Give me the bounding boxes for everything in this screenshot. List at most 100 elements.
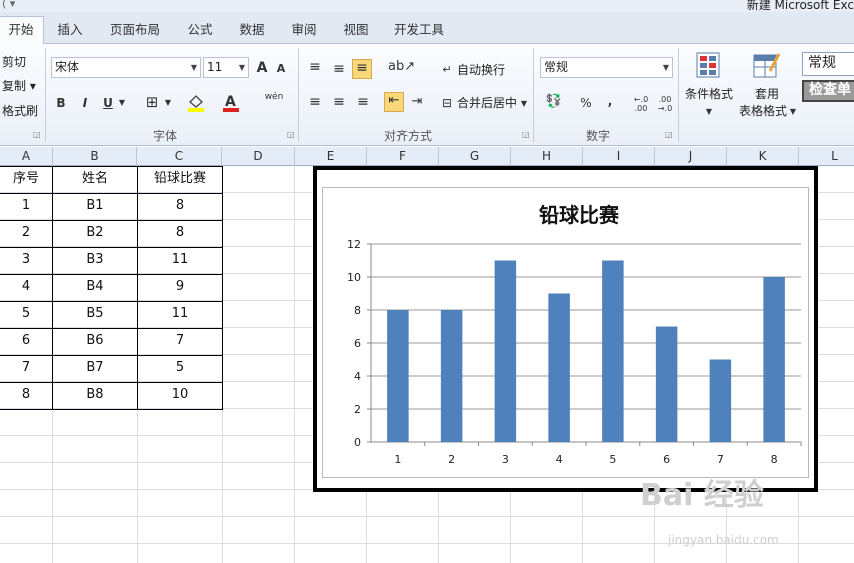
column-header-b[interactable]: B [53, 147, 137, 166]
column-header-h[interactable]: H [511, 147, 583, 166]
table-header-cell[interactable]: 序号 [0, 166, 52, 193]
table-cell[interactable]: B1 [53, 193, 137, 220]
align-middle-icon[interactable]: ≡ [330, 61, 348, 77]
chevron-down-icon[interactable]: ▼ [788, 104, 798, 120]
table-cell[interactable]: 6 [0, 328, 52, 355]
format-painter-button[interactable]: 格式刷 [2, 102, 38, 119]
clipboard-launcher-icon[interactable]: ◲ [33, 130, 41, 139]
merge-center-button[interactable]: 合并后居中 [457, 94, 517, 111]
column-header-l[interactable]: L [799, 147, 854, 166]
orientation-icon[interactable]: ab↗ [388, 59, 415, 75]
copy-button[interactable]: 复制 ▾ [2, 77, 36, 94]
table-header-cell[interactable]: 铅球比赛 [138, 166, 222, 193]
shrink-font-icon[interactable]: A [274, 61, 288, 77]
chart-area[interactable]: 铅球比赛 0 2 4 6 8 10 12 1 2 3 4 5 6 7 8 [322, 187, 809, 478]
tab-review[interactable]: 审阅 [286, 18, 322, 44]
bar [548, 293, 570, 442]
table-cell[interactable]: B7 [53, 355, 137, 382]
tab-insert[interactable]: 插入 [52, 18, 88, 44]
conditional-format-icon[interactable] [695, 51, 723, 79]
column-header-g[interactable]: G [439, 147, 511, 166]
tab-home[interactable]: 开始 [0, 16, 44, 45]
table-cell[interactable]: 11 [138, 247, 222, 274]
chevron-down-icon[interactable]: ▼ [704, 104, 714, 120]
font-launcher-icon[interactable]: ◲ [287, 130, 295, 139]
border-icon[interactable]: ⊞ [143, 94, 161, 110]
font-color-icon[interactable]: A [221, 93, 241, 113]
increase-decimal-icon[interactable]: ←.0.00 [630, 95, 652, 113]
decrease-indent-icon[interactable]: ⇤ [384, 92, 404, 112]
chart-container[interactable]: 铅球比赛 0 2 4 6 8 10 12 1 2 3 4 5 6 7 8 [313, 166, 818, 492]
column-header-f[interactable]: F [367, 147, 439, 166]
increase-indent-icon[interactable]: ⇥ [408, 94, 426, 110]
quick-access-toolbar[interactable]: ( ▾ [2, 0, 15, 10]
format-as-table-label-2[interactable]: 表格格式 [739, 102, 787, 119]
tab-page-layout[interactable]: 页面布局 [104, 18, 166, 44]
table-cell[interactable]: B6 [53, 328, 137, 355]
table-cell[interactable]: B3 [53, 247, 137, 274]
table-cell[interactable]: 11 [138, 301, 222, 328]
table-cell[interactable]: 3 [0, 247, 52, 274]
table-cell[interactable]: B2 [53, 220, 137, 247]
conditional-format-button[interactable]: 条件格式 [685, 85, 733, 102]
table-cell[interactable]: 7 [0, 355, 52, 382]
bold-button[interactable]: B [53, 95, 69, 111]
tab-data[interactable]: 数据 [234, 18, 270, 44]
column-header-a[interactable]: A [0, 147, 53, 166]
cell-style-check[interactable]: 检查单 [802, 80, 854, 102]
table-cell[interactable]: B8 [53, 382, 137, 409]
cell-style-normal[interactable]: 常规 [802, 52, 854, 76]
align-top-icon[interactable]: ≡ [306, 59, 324, 75]
chevron-down-icon[interactable]: ▼ [117, 95, 127, 111]
table-cell[interactable]: B4 [53, 274, 137, 301]
cut-button[interactable]: 剪切 [2, 53, 26, 70]
table-cell[interactable]: 9 [138, 274, 222, 301]
x-tick-label: 8 [771, 453, 778, 466]
currency-icon[interactable]: 💱 [543, 94, 565, 110]
comma-button[interactable]: , [604, 93, 616, 109]
alignment-launcher-icon[interactable]: ◲ [522, 130, 530, 139]
chevron-down-icon[interactable]: ▼ [519, 96, 529, 112]
decrease-decimal-icon[interactable]: .00 →.0 [654, 95, 676, 113]
align-left-icon[interactable]: ≡ [306, 94, 324, 110]
table-cell[interactable]: 8 [138, 220, 222, 247]
table-cell[interactable]: 8 [0, 382, 52, 409]
table-cell[interactable]: 5 [0, 301, 52, 328]
column-header-d[interactable]: D [222, 147, 295, 166]
table-border [0, 328, 223, 329]
italic-button[interactable]: I [77, 95, 93, 111]
align-center-icon[interactable]: ≡ [330, 94, 348, 110]
font-size-select[interactable]: 11 ▼ [203, 57, 249, 78]
tab-developer[interactable]: 开发工具 [390, 18, 448, 44]
align-right-icon[interactable]: ≡ [354, 94, 372, 110]
wrap-text-button[interactable]: 自动换行 [457, 61, 505, 78]
table-cell[interactable]: 2 [0, 220, 52, 247]
table-cell[interactable]: 8 [138, 193, 222, 220]
align-bottom-icon[interactable]: ≡ [352, 59, 372, 79]
column-header-k[interactable]: K [727, 147, 799, 166]
font-name-select[interactable]: 宋体 ▼ [51, 57, 201, 78]
table-cell[interactable]: B5 [53, 301, 137, 328]
fill-color-icon[interactable] [186, 93, 206, 113]
percent-button[interactable]: % [578, 95, 594, 111]
table-cell[interactable]: 10 [138, 382, 222, 409]
column-header-j[interactable]: J [655, 147, 727, 166]
column-header-c[interactable]: C [137, 147, 222, 166]
table-cell[interactable]: 7 [138, 328, 222, 355]
column-header-i[interactable]: I [583, 147, 655, 166]
format-as-table-label-1[interactable]: 套用 [755, 85, 779, 102]
phonetic-guide-icon[interactable]: wén [263, 92, 285, 102]
grow-font-icon[interactable]: A [254, 60, 270, 76]
table-cell[interactable]: 4 [0, 274, 52, 301]
number-format-select[interactable]: 常规 ▼ [540, 57, 673, 78]
tab-view[interactable]: 视图 [338, 18, 374, 44]
format-as-table-icon[interactable] [752, 51, 781, 79]
table-cell[interactable]: 1 [0, 193, 52, 220]
table-cell[interactable]: 5 [138, 355, 222, 382]
column-header-e[interactable]: E [295, 147, 367, 166]
chevron-down-icon[interactable]: ▼ [163, 95, 173, 111]
tab-formulas[interactable]: 公式 [182, 18, 218, 44]
underline-button[interactable]: U [100, 95, 116, 111]
table-header-cell[interactable]: 姓名 [53, 166, 137, 193]
number-launcher-icon[interactable]: ◲ [665, 130, 673, 139]
